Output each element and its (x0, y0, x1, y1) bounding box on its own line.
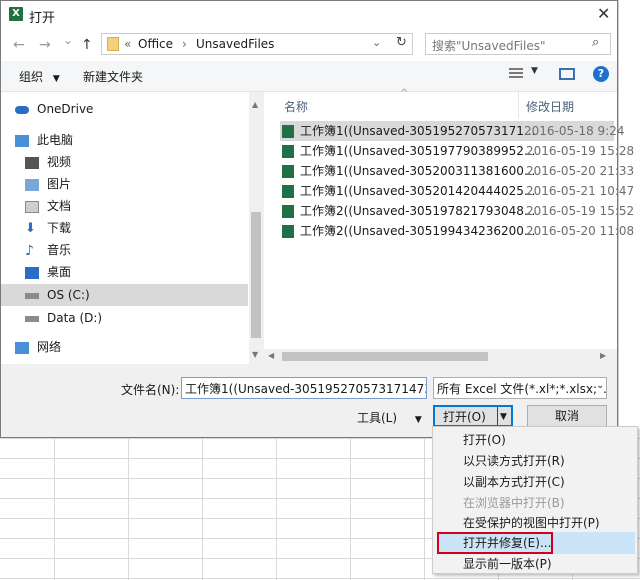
excel-file-icon (282, 145, 294, 158)
excel-file-icon (282, 185, 294, 198)
sidebar-item-downloads[interactable]: ⬇ 下载 (25, 217, 255, 239)
open-split-divider (497, 407, 498, 425)
tools-caret-icon: ▼ (414, 415, 422, 425)
cancel-button[interactable]: 取消 (527, 405, 607, 427)
sidebar-item-music[interactable]: ♪ 音乐 (25, 239, 255, 261)
sidebar-item-network[interactable]: 网络 (15, 336, 245, 358)
filetype-select[interactable]: 所有 Excel 文件(*.xl*;*.xlsx;*.xl (433, 377, 607, 399)
breadcrumb-office[interactable]: Office (138, 37, 173, 51)
filename-input[interactable]: 工作簿1((Unsaved-305195270573171473) (181, 377, 427, 399)
excel-file-icon (282, 125, 294, 138)
sidebar-item-data-d[interactable]: Data (D:) (25, 307, 255, 329)
filetype-caret-icon[interactable]: ⌄ (596, 380, 605, 391)
menu-item-open-readonly[interactable]: 以只读方式打开(R) (463, 451, 565, 471)
excel-app-icon: X (9, 7, 23, 21)
refresh-icon[interactable]: ↻ (396, 35, 407, 50)
drive-icon (25, 292, 39, 299)
sidebar-item-os-c[interactable]: OS (C:) (1, 284, 248, 306)
sidebar-item-documents[interactable]: 文档 (25, 195, 255, 217)
breadcrumb-unsavedfiles[interactable]: UnsavedFiles (196, 37, 274, 51)
open-file-dialog: X 打开 ✕ ← → ⌄ ↑ « Office › UnsavedFiles ⌄… (0, 0, 634, 438)
search-icon[interactable]: ⌕ (592, 35, 599, 50)
breadcrumb-separator: › (182, 37, 187, 51)
menu-item-open-copy[interactable]: 以副本方式打开(C) (463, 472, 565, 492)
file-row[interactable]: 工作簿2((Unsaved-305199434236200... 2016-05… (282, 221, 634, 241)
search-input[interactable]: 搜索"UnsavedFiles" ⌕ (425, 33, 611, 55)
column-header-name[interactable]: 名称 (284, 98, 308, 115)
organize-button[interactable]: 组织 ▼ (19, 68, 60, 85)
menu-item-open-in-browser: 在浏览器中打开(B) (463, 496, 565, 510)
address-bar[interactable]: « Office › UnsavedFiles ⌄ ↻ (101, 33, 413, 55)
scroll-left-icon[interactable]: ◀ (268, 351, 274, 360)
filename-label: 文件名(N): (121, 383, 180, 397)
address-dropdown-icon[interactable]: ⌄ (372, 36, 381, 49)
menu-item-open[interactable]: 打开(O) (463, 430, 506, 450)
video-icon (25, 156, 39, 169)
column-header-date[interactable]: 修改日期 (526, 98, 574, 115)
download-icon: ⬇ (25, 220, 36, 236)
sidebar-item-pictures[interactable]: 图片 (25, 173, 255, 195)
excel-file-icon (282, 225, 294, 238)
tools-label: 工具(L) (357, 411, 398, 425)
excel-file-icon (282, 165, 294, 178)
forward-arrow-icon[interactable]: → (39, 37, 51, 53)
organize-caret-icon: ▼ (52, 74, 60, 84)
open-button[interactable]: 打开(O) ▼ (433, 405, 513, 427)
open-dropdown-icon[interactable]: ▼ (500, 407, 507, 427)
organize-label: 组织 (19, 70, 44, 84)
back-arrow-icon[interactable]: ← (13, 37, 25, 53)
scroll-thumb[interactable] (251, 212, 261, 338)
computer-icon (15, 134, 29, 147)
column-divider (518, 92, 519, 118)
title-bar: X 打开 ✕ (1, 1, 617, 29)
menu-item-show-previous-version[interactable]: 显示前一版本(P) (463, 554, 552, 574)
file-list-scrollbar[interactable]: ◀ ▶ (264, 349, 617, 364)
scroll-up-icon[interactable]: ▲ (252, 100, 258, 109)
music-icon: ♪ (25, 242, 34, 259)
sidebar-item-desktop[interactable]: 桌面 (25, 261, 255, 283)
recent-dropdown-icon[interactable]: ⌄ (63, 33, 73, 47)
file-row[interactable]: 工作簿1((Unsaved-305200311381600... 2016-05… (282, 161, 634, 181)
help-icon[interactable]: ? (593, 66, 609, 82)
sidebar-item-onedrive[interactable]: OneDrive (15, 98, 245, 120)
drive-icon (25, 315, 39, 322)
filetype-value: 所有 Excel 文件(*.xl*;*.xlsx;*.xl (437, 382, 607, 396)
search-placeholder: 搜索"UnsavedFiles" (432, 39, 546, 53)
horizontal-scroll-thumb[interactable] (282, 352, 488, 361)
document-icon (25, 200, 39, 213)
sidebar-item-this-pc[interactable]: 此电脑 (15, 129, 245, 151)
file-row[interactable]: 工作簿2((Unsaved-305197821793048... 2016-05… (282, 201, 634, 221)
close-icon[interactable]: ✕ (597, 4, 610, 23)
scroll-right-icon[interactable]: ▶ (600, 351, 606, 360)
folder-icon (107, 37, 119, 51)
up-arrow-icon[interactable]: ↑ (81, 37, 93, 53)
sort-indicator-icon: ^ (400, 88, 409, 99)
desktop-icon (25, 266, 39, 279)
new-folder-button[interactable]: 新建文件夹 (83, 68, 143, 85)
file-row[interactable]: 工作簿1((Unsaved-305197790389952... 2016-05… (282, 141, 634, 161)
address-row: ← → ⌄ ↑ « Office › UnsavedFiles ⌄ ↻ 搜索"U… (1, 29, 617, 61)
tools-button[interactable]: 工具(L) ▼ (357, 409, 422, 426)
picture-icon (25, 178, 39, 191)
sidebar-item-videos[interactable]: 视频 (25, 151, 255, 173)
navigation-scrollbar[interactable]: ▲ ▼ (249, 92, 263, 364)
view-caret-icon[interactable]: ▼ (531, 66, 538, 76)
menu-item-open-protected-view[interactable]: 在受保护的视图中打开(P) (463, 513, 600, 533)
navigation-pane: OneDrive 此电脑 视频 图片 文档 ⬇ 下载 ♪ 音乐 桌面 OS (C:)… (1, 92, 263, 364)
open-label: 打开(O) (443, 410, 486, 424)
open-options-menu: 打开(O) 以只读方式打开(R) 以副本方式打开(C) 在浏览器中打开(B) 在… (432, 426, 638, 574)
file-list-pane: ^ 名称 修改日期 工作簿1((Unsaved-305195270573171.… (264, 88, 634, 364)
file-row[interactable]: 工作簿1((Unsaved-305195270573171... 2016-05… (280, 121, 625, 141)
command-toolbar: 组织 ▼ 新建文件夹 ▼ ? (1, 61, 617, 92)
preview-pane-icon[interactable] (559, 68, 575, 80)
file-row[interactable]: 工作簿1((Unsaved-305201420444025... 2016-05… (282, 181, 634, 201)
breadcrumb-prefix: « (124, 37, 132, 51)
network-icon (15, 341, 29, 354)
highlight-annotation-box (437, 532, 553, 554)
cloud-icon (15, 105, 29, 114)
dialog-title: 打开 (29, 11, 56, 26)
excel-file-icon (282, 205, 294, 218)
scroll-down-icon[interactable]: ▼ (252, 350, 258, 359)
view-options-icon[interactable] (509, 68, 523, 80)
